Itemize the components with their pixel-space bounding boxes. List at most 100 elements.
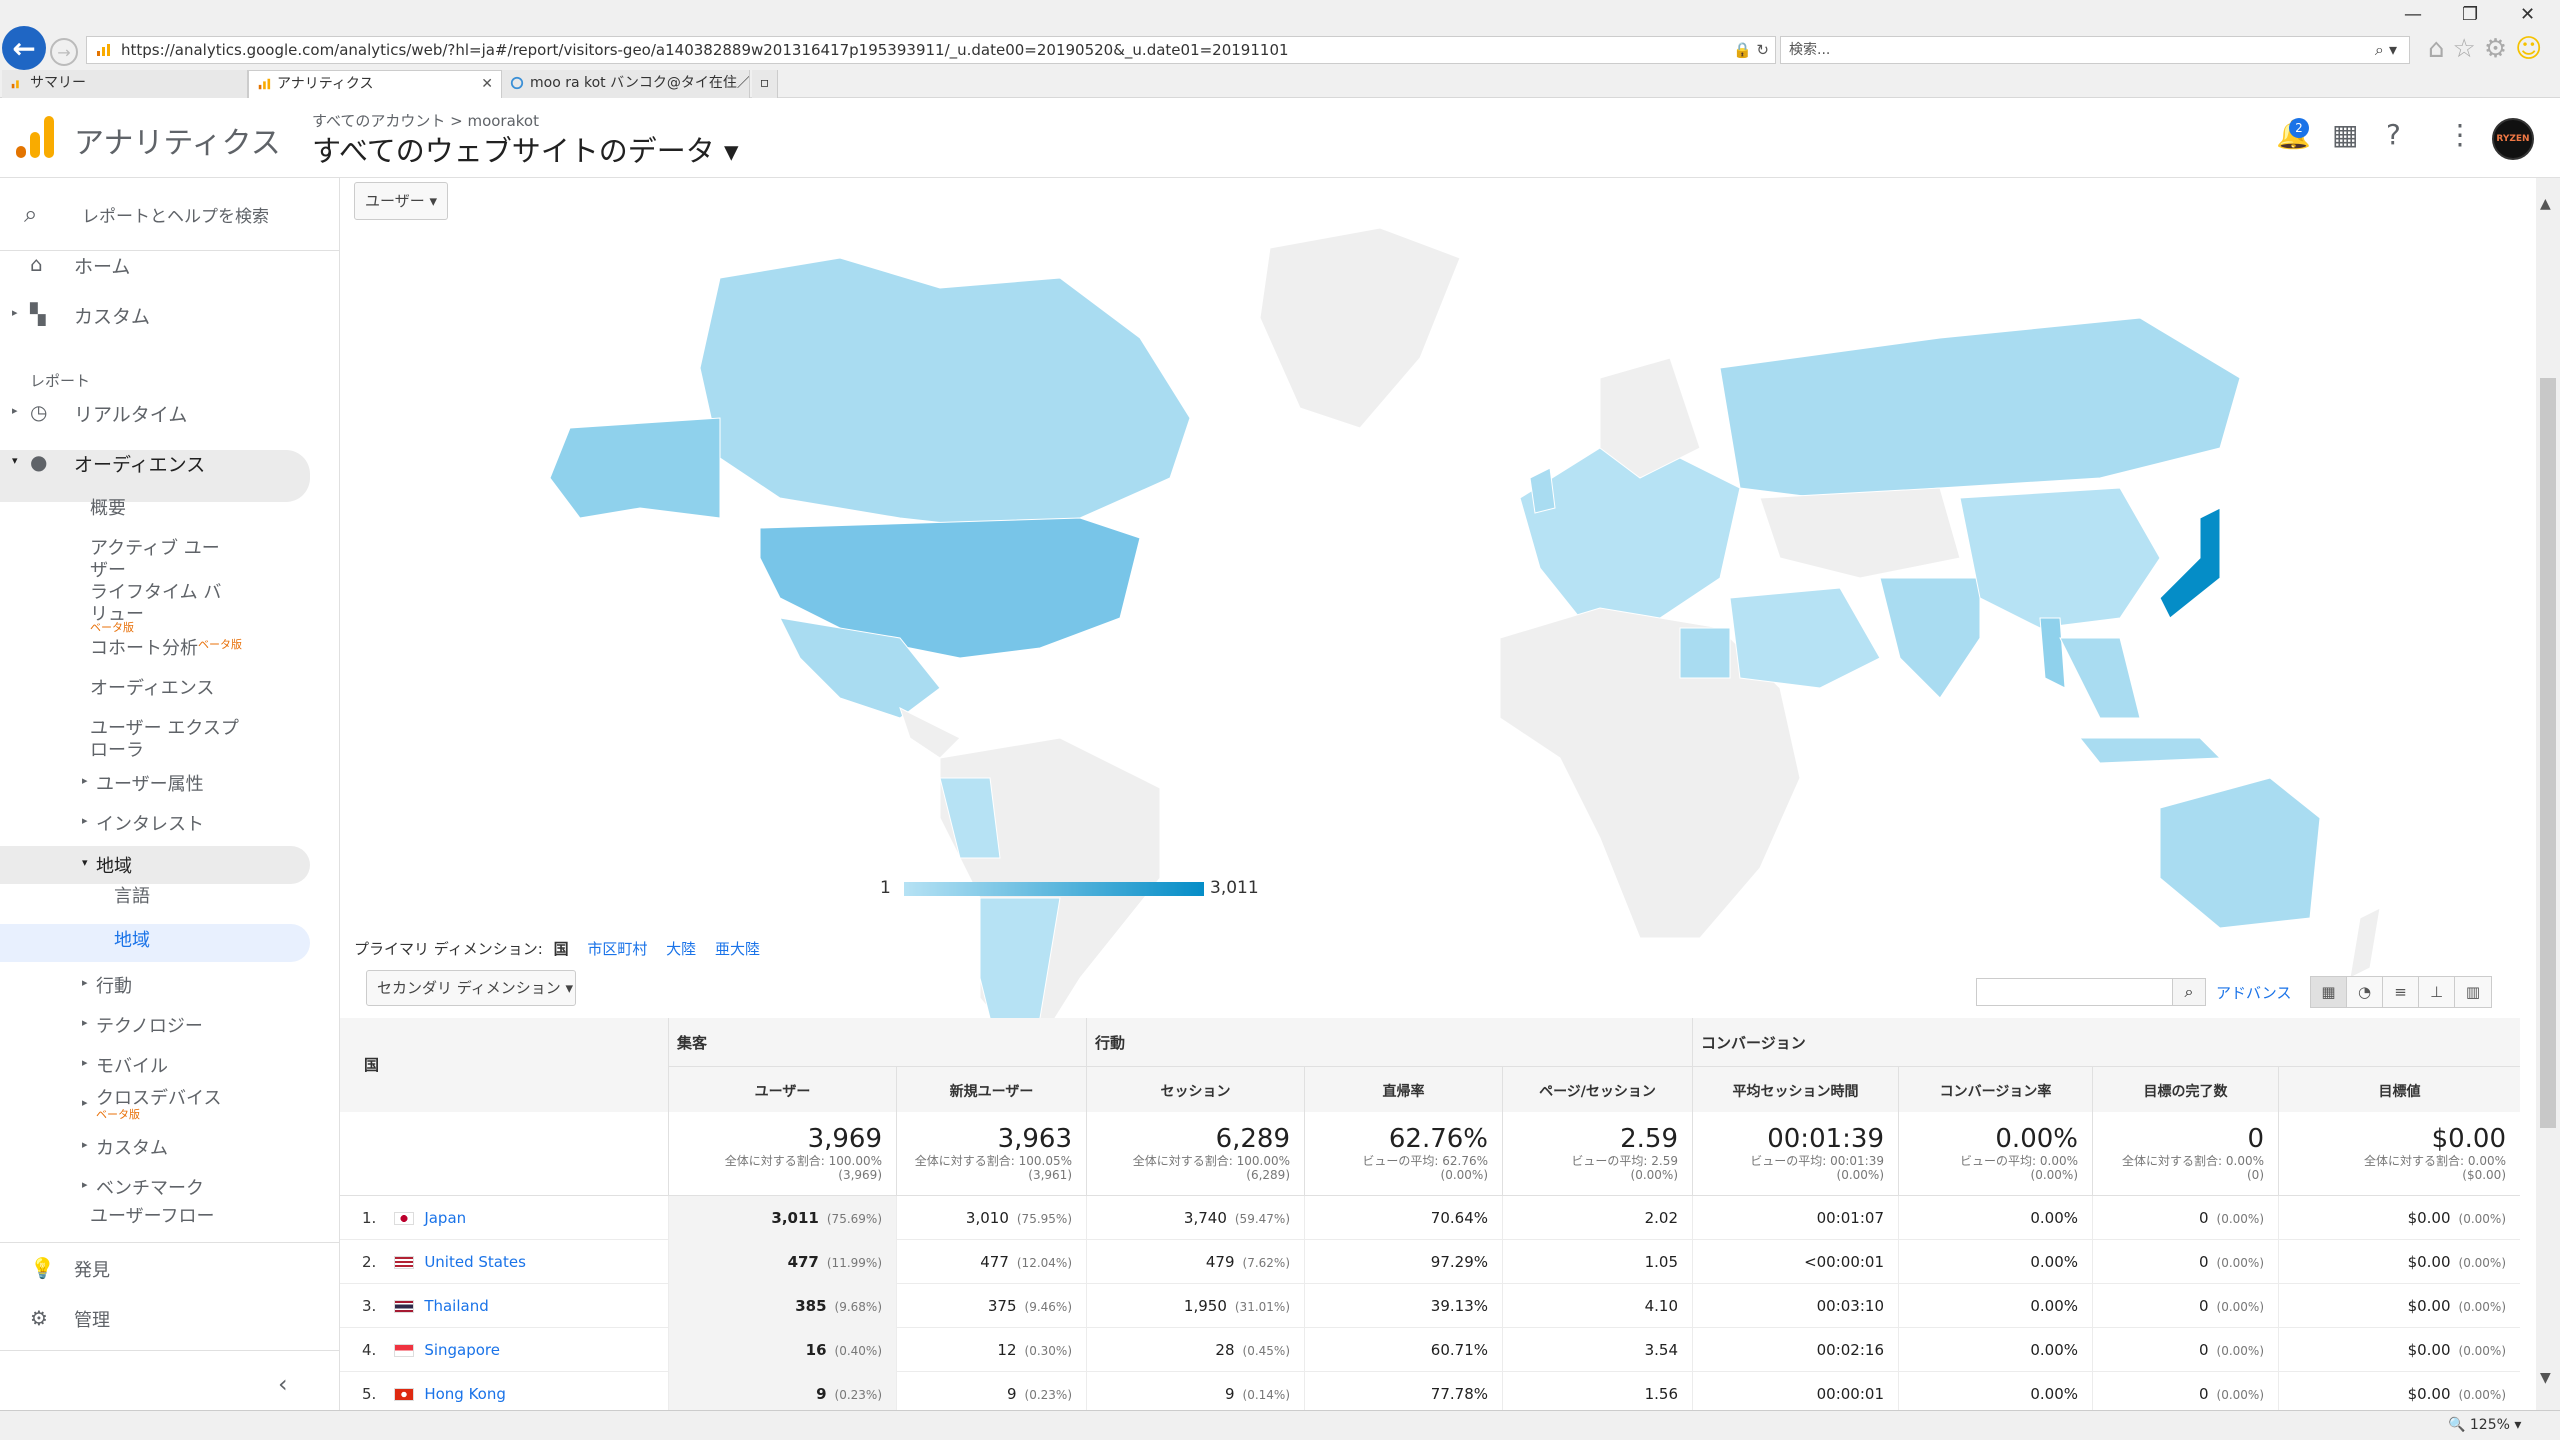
nav-cohort[interactable]: コホート分析ベータ版 <box>90 638 242 662</box>
property-selector[interactable]: すべてのウェブサイトのデータ ▾ <box>312 128 739 170</box>
row-dimension: 4. Singapore <box>362 1328 500 1372</box>
page-scrollbar[interactable]: ▲ ▼ <box>2536 178 2560 1410</box>
cell-value: 00:03:10 <box>1816 1297 1884 1315</box>
nav-behavior[interactable]: ▸ 行動 <box>82 972 132 998</box>
primary-dim-country[interactable]: 国 <box>554 940 569 958</box>
search-icon[interactable]: ⌕ <box>2172 978 2206 1006</box>
google-analytics-logo[interactable] <box>16 116 54 158</box>
search-icon[interactable]: ⌕ ▾ <box>2375 37 2397 63</box>
cell-value: 0.00% <box>2030 1341 2078 1359</box>
metric-selector[interactable]: ユーザー ▾ <box>354 182 448 220</box>
pivot-view-icon[interactable]: ▥ <box>2455 977 2491 1007</box>
nav-user-explorer[interactable]: ユーザー エクスプ ローラ <box>90 718 239 762</box>
nav-active-users[interactable]: アクティブ ユー ザー <box>90 538 220 582</box>
home-icon[interactable]: ⌂ <box>2428 34 2453 64</box>
beta-badge: ベータ版 <box>198 638 242 651</box>
col-pages-per-session[interactable]: ページ/セッション <box>1502 1066 1692 1112</box>
star-icon[interactable]: ☆ <box>2453 34 2484 64</box>
nav-location[interactable]: 地域 <box>114 922 150 960</box>
browser-search-input[interactable]: 検索... ⌕ ▾ <box>1780 36 2410 64</box>
more-vert-icon[interactable]: ⋮ <box>2446 118 2474 151</box>
scrollbar-thumb[interactable] <box>2540 378 2556 1128</box>
collapse-chevron-icon[interactable]: ‹ <box>278 1370 288 1398</box>
chevron-down-icon: ▾ <box>82 856 88 869</box>
table-view-icon[interactable]: ▦ <box>2311 977 2347 1007</box>
ga-header: アナリティクス すべてのアカウント > moorakot すべてのウェブサイトの… <box>0 98 2560 178</box>
nav-technology[interactable]: ▸ テクノロジー <box>82 1012 203 1038</box>
col-new-users[interactable]: 新規ユーザー <box>896 1066 1086 1112</box>
col-goal-value[interactable]: 目標値 <box>2278 1066 2520 1112</box>
row-dimension: 1. Japan <box>362 1196 466 1240</box>
country-link[interactable]: Japan <box>424 1209 466 1227</box>
nav-custom-audience[interactable]: ▸ カスタム <box>82 1134 168 1160</box>
tab-summary[interactable]: サマリー <box>2 70 248 98</box>
row-dimension: 3. Thailand <box>362 1284 489 1328</box>
legend-min: 1 <box>880 878 891 898</box>
country-link[interactable]: Singapore <box>424 1341 500 1359</box>
close-tab-icon[interactable]: ✕ <box>481 71 493 97</box>
pie-view-icon[interactable]: ◔ <box>2347 977 2383 1007</box>
nav-audiences[interactable]: オーディエンス <box>90 678 214 700</box>
nav-overview[interactable]: 概要 <box>90 498 126 520</box>
cell-new-users: 3,010 (75.95%) <box>896 1196 1086 1240</box>
nav-benchmark[interactable]: ▸ ベンチマーク <box>82 1174 204 1200</box>
tab-analytics[interactable]: アナリティクス ✕ <box>248 70 502 98</box>
nav-geo[interactable]: ▾ 地域 <box>82 852 132 878</box>
cell-value: 28 <box>1215 1341 1235 1359</box>
primary-dim-continent[interactable]: 大陸 <box>666 940 696 958</box>
comparison-view-icon[interactable]: ⊥ <box>2419 977 2455 1007</box>
cell-goal-value: $0.00 (0.00%) <box>2278 1196 2520 1240</box>
forward-arrow-icon[interactable]: → <box>50 38 78 66</box>
performance-view-icon[interactable]: ≡ <box>2383 977 2419 1007</box>
country-link[interactable]: Thailand <box>424 1297 488 1315</box>
address-bar[interactable]: https://analytics.google.com/analytics/w… <box>86 36 1776 64</box>
cell-value: 9 <box>1006 1385 1017 1403</box>
cell-value: 60.71% <box>1430 1341 1488 1359</box>
nav-users-flow[interactable]: ユーザーフロー <box>90 1206 215 1228</box>
avatar[interactable]: RYZEN <box>2492 118 2534 160</box>
cell-percent: (11.99%) <box>826 1256 882 1270</box>
country-link[interactable]: Hong Kong <box>424 1385 506 1403</box>
secondary-dimension-dropdown[interactable]: セカンダリ ディメンション ▾ <box>366 970 576 1006</box>
close-window-icon[interactable]: ✕ <box>2520 4 2535 25</box>
total-avg-duration: 00:01:39 ビューの平均: 00:01:39 (0.00%) <box>1692 1112 1898 1196</box>
nav-language[interactable]: 言語 <box>114 882 150 908</box>
back-arrow-icon[interactable]: ← <box>2 26 46 70</box>
country-link[interactable]: United States <box>424 1253 526 1271</box>
nav-mobile[interactable]: ▸ モバイル <box>82 1052 168 1078</box>
alaska <box>549 417 721 519</box>
primary-dim-subcontinent[interactable]: 亜大陸 <box>715 940 760 958</box>
cell-sessions: 479 (7.62%) <box>1086 1240 1304 1284</box>
col-sessions[interactable]: セッション <box>1086 1066 1304 1112</box>
table-search-input[interactable] <box>1976 978 2174 1006</box>
chevron-right-icon: ▸ <box>82 774 88 787</box>
restore-icon[interactable]: ❐ <box>2462 4 2478 25</box>
scroll-up-icon[interactable]: ▲ <box>2540 196 2551 212</box>
scroll-down-icon[interactable]: ▼ <box>2540 1370 2551 1386</box>
status-bar: 🔍 125% ▾ <box>0 1410 2560 1440</box>
col-users[interactable]: ユーザー <box>668 1066 896 1112</box>
col-goal-completions[interactable]: 目標の完了数 <box>2092 1066 2278 1112</box>
browser-toolbar-icons: ⌂☆⚙☺ <box>2428 34 2550 64</box>
primary-dim-city[interactable]: 市区町村 <box>587 940 647 958</box>
settings-gear-icon[interactable]: ⚙ <box>2484 34 2515 64</box>
help-icon[interactable]: ? <box>2386 118 2401 151</box>
nav-interests[interactable]: ▸ インタレスト <box>82 810 204 836</box>
advanced-filter-link[interactable]: アドバンス <box>2216 982 2291 1003</box>
minimize-icon[interactable]: — <box>2404 4 2422 25</box>
col-conversion-rate[interactable]: コンバージョン率 <box>1898 1066 2092 1112</box>
smiley-icon[interactable]: ☺ <box>2515 34 2550 64</box>
zoom-level[interactable]: 🔍 125% ▾ <box>2448 1417 2521 1433</box>
tab-blog[interactable]: moo ra kot バンコク@タイ在住／... <box>502 70 750 98</box>
col-avg-session-duration[interactable]: 平均セッション時間 <box>1692 1066 1898 1112</box>
nav-lifetime-value[interactable]: ライフタイム バ リュー <box>90 582 221 626</box>
new-tab-icon[interactable]: ▫ <box>752 70 778 98</box>
col-bounce-rate[interactable]: 直帰率 <box>1304 1066 1502 1112</box>
apps-grid-icon[interactable]: ▦ <box>2332 118 2358 151</box>
cell-goal-completions: 0 (0.00%) <box>2092 1328 2278 1372</box>
cell-users: 385 (9.68%) <box>668 1284 896 1328</box>
cell-value: 479 <box>1205 1253 1235 1271</box>
cell-percent: (0.00%) <box>2458 1300 2506 1314</box>
cell-value: 97.29% <box>1430 1253 1488 1271</box>
nav-demographics[interactable]: ▸ ユーザー属性 <box>82 770 204 796</box>
